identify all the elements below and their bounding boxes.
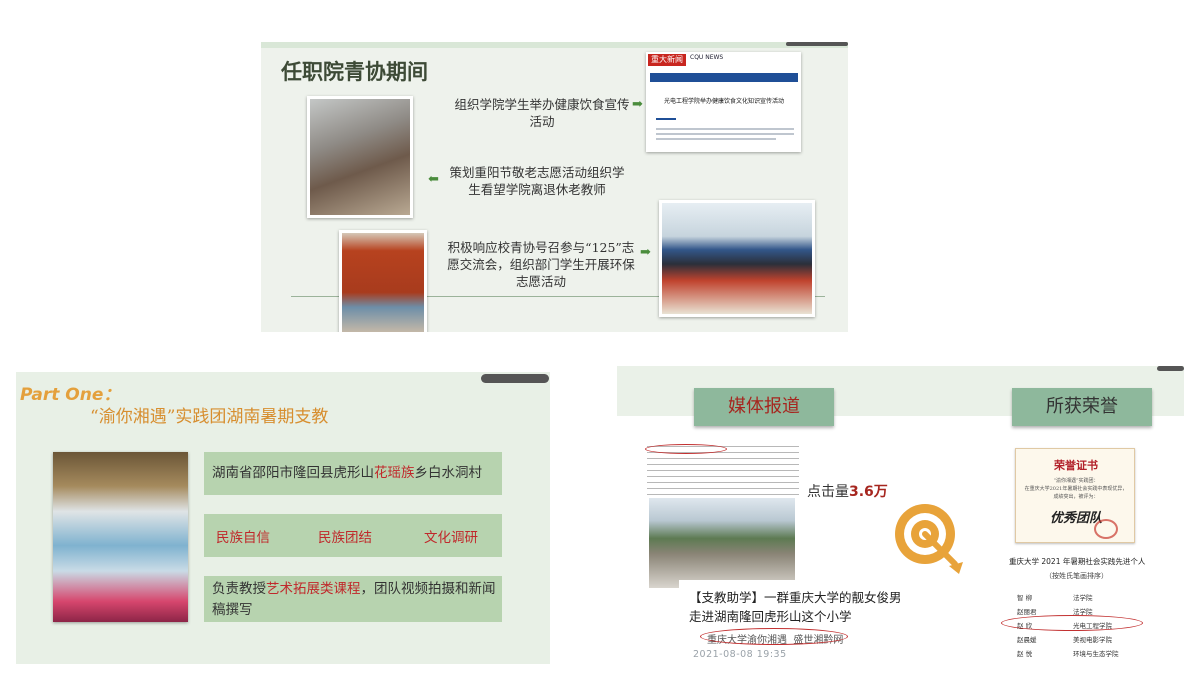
- click-count-label: 点击量: [807, 484, 849, 500]
- honor-list-college: 美视电影学院: [1073, 636, 1112, 644]
- honor-list-name: 智 柳: [1017, 594, 1033, 602]
- tag-themes: 民族自信 民族团结 文化调研: [204, 514, 502, 557]
- highlight-ellipse: [645, 444, 727, 454]
- target-icon: [895, 504, 963, 574]
- arrow-left-icon: ⬅: [428, 172, 439, 187]
- honor-list-name: 赵丽君: [1017, 608, 1037, 616]
- click-count-value: 3.6万: [849, 484, 888, 500]
- article-text-lines: [647, 446, 799, 500]
- slide-hunan-teaching: Part One： “渝你湘遇”实践团湖南暑期支教 湖南省邵阳市隆回县虎形山花瑶…: [16, 372, 550, 664]
- duty-pre: 负责教授: [212, 581, 266, 597]
- news-screenshot: 重大新闻网 CQU NEWS 光电工程学院举办健康饮食文化知识宣传活动: [646, 52, 801, 152]
- location-text: 湖南省邵阳市隆回县虎形山花瑶族乡白水洞村: [212, 463, 482, 484]
- slide-media-honors: 媒体报道 所获荣誉 点击量3.6万 【支教助学】一群重庆大学的靓女俊男走进湖南隆…: [617, 366, 1184, 668]
- arrow-right-icon: ➡: [632, 97, 643, 112]
- slide-title: 任职院青协期间: [281, 59, 428, 84]
- article-title: 【支教助学】一群重庆大学的靓女俊男走进湖南隆回虎形山这个小学: [689, 590, 902, 624]
- photo-campus-group: [649, 498, 795, 588]
- tag-duty: 负责教授艺术拓展类课程，团队视频拍摄和新闻稿撰写: [204, 576, 502, 622]
- duty-text: 负责教授艺术拓展类课程，团队视频拍摄和新闻稿撰写: [212, 579, 497, 621]
- media-report-banner: 媒体报道: [694, 388, 834, 426]
- news-text-line: [656, 128, 794, 130]
- name-highlight-ellipse: [1001, 615, 1143, 631]
- certificate-line-2: 在重庆大学2021年暑期社会实践中表现优异，: [1024, 486, 1128, 492]
- slide-top-edge: [1157, 366, 1184, 371]
- slide-top-edge: [786, 42, 848, 46]
- click-count: 点击量3.6万: [807, 481, 888, 501]
- slide-top-band: [261, 42, 848, 48]
- theme-unity: 民族团结: [318, 530, 372, 546]
- honors-banner: 所获荣誉: [1012, 388, 1152, 426]
- honor-list-subtitle: （按姓氏笔画排序）: [1045, 572, 1108, 580]
- photo-team-group: [53, 452, 188, 622]
- news-logo: 重大新闻网: [648, 54, 686, 76]
- honor-list-college: 环境与生态学院: [1073, 650, 1119, 658]
- duty-highlight: 艺术拓展类课程: [266, 581, 361, 597]
- location-highlight: 花瑶族: [374, 465, 415, 481]
- certificate-title: 荣誉证书: [1054, 459, 1098, 472]
- news-meta-bar: [656, 118, 676, 120]
- item-text-healthy-food: 组织学院学生举办健康饮食宣传活动: [454, 97, 630, 129]
- honor-list-name: 赵晨媛: [1017, 636, 1037, 644]
- news-text-line: [656, 138, 776, 140]
- theme-confidence: 民族自信: [216, 530, 270, 546]
- location-pre: 湖南省邵阳市隆回县虎形山: [212, 465, 374, 481]
- seal-stamp: [1094, 519, 1118, 539]
- slide-top-edge: [481, 374, 549, 383]
- news-nav-bar: [650, 73, 798, 82]
- news-text-line: [656, 133, 794, 135]
- location-post: 乡白水洞村: [414, 465, 483, 481]
- item-text-elderly-visit: 策划重阳节敬老志愿活动组织学生看望学院离退休老教师: [449, 165, 625, 197]
- source-highlight-ellipse: [700, 628, 848, 645]
- certificate-team: 优秀团队: [1049, 511, 1102, 526]
- arrow-right-icon: ➡: [640, 245, 651, 260]
- honor-list-title: 重庆大学 2021 年暑期社会实践先进个人: [1009, 557, 1146, 566]
- certificate-line-3: 成绩突出，被评为：: [1053, 494, 1099, 500]
- certificate-line-1: “渝你湘遇”实践团：: [1053, 478, 1099, 484]
- slide-youth-association: 任职院青协期间 重大新闻网 CQU NEWS 光电工程学院举办健康饮食文化知识宣…: [261, 42, 848, 332]
- tag-location: 湖南省邵阳市隆回县虎形山花瑶族乡白水洞村: [204, 452, 502, 495]
- article-date: 2021-08-08 19:35: [693, 649, 787, 660]
- item-text-environment: 积极响应校青协号召参与“125”志愿交流会，组织部门学生开展环保志愿活动: [447, 240, 635, 289]
- honor-certificate: 荣誉证书 “渝你湘遇”实践团： 在重庆大学2021年暑期社会实践中表现优异， 成…: [1015, 448, 1135, 543]
- photo-volunteer-booth: [659, 200, 815, 317]
- honor-list-college: 法学院: [1073, 594, 1093, 602]
- photo-healthy-food-event: [307, 96, 413, 218]
- photo-exhibition-board: [339, 230, 427, 332]
- news-headline: 光电工程学院举办健康饮食文化知识宣传活动: [663, 98, 784, 105]
- slide-title: “渝你湘遇”实践团湖南暑期支教: [90, 407, 329, 427]
- honor-list-name: 赵 悦: [1017, 650, 1033, 658]
- article-text-block: [647, 446, 799, 500]
- news-logo-sub: CQU NEWS: [690, 54, 724, 61]
- theme-research: 文化调研: [424, 530, 478, 546]
